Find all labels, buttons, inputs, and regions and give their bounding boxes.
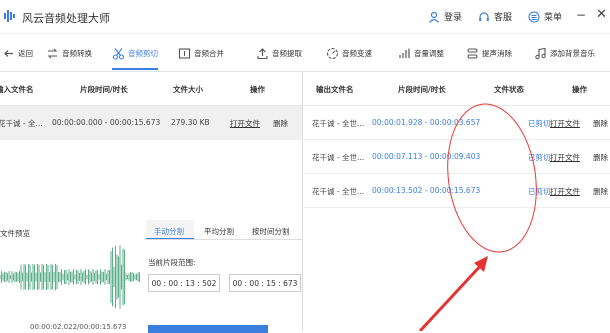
col-header: 操作 (572, 85, 587, 94)
table-row[interactable]: 花千诚 - 全... 00:00:00.000 - 00:00:15.673 2… (0, 106, 302, 140)
toolbar: 返回 音频转换 音频剪切 音频合并 音频提取 音频变速 音量调整 提声消除 添加… (0, 34, 610, 72)
tool-audio-extract[interactable]: 音频提取 (256, 42, 302, 64)
scissors-icon (112, 47, 125, 60)
menu-button[interactable]: 菜单 (528, 10, 562, 23)
tool-label: 提声消除 (482, 48, 512, 58)
music-note-icon (535, 47, 546, 59)
tab-time-split[interactable]: 按时间分割 (252, 226, 290, 237)
open-file-link[interactable]: 打开文件 (550, 118, 580, 129)
tool-audio-speed[interactable]: 音频变速 (326, 42, 372, 64)
app-logo-icon (4, 10, 15, 22)
tool-label: 音频转换 (62, 48, 92, 58)
col-header: 操作 (250, 85, 265, 94)
tool-label: 音频变速 (342, 48, 372, 58)
col-header: 片段时间/时长 (398, 85, 446, 94)
tool-volume-adjust[interactable]: 音量调整 (398, 42, 444, 64)
tool-label: 音量调整 (414, 48, 444, 58)
tool-label: 音频提取 (272, 48, 302, 58)
col-header: 文件大小 (173, 85, 203, 94)
preview-title: 文件预览 (0, 229, 30, 238)
convert-icon (47, 48, 58, 58)
tool-label: 音频剪切 (128, 48, 158, 58)
delete-button[interactable]: 删除 (593, 186, 608, 197)
file-name: 花千诚 - 全世... (312, 119, 365, 128)
file-size: 279.30 KB (171, 118, 210, 127)
tool-audio-merge[interactable]: 音频合并 (178, 42, 224, 64)
back-label: 返回 (18, 48, 33, 58)
col-header: 输出文件名 (316, 85, 354, 94)
col-header: 片段时间/时长 (80, 85, 128, 94)
end-time-input[interactable]: 00 : 00 : 15 : 673 (229, 274, 301, 292)
tab-manual-split[interactable]: 手动分割 (154, 226, 184, 237)
file-name: 花千诚 - 全世... (312, 153, 365, 162)
file-name: 花千诚 - 全世... (312, 187, 365, 196)
waveform[interactable] (0, 242, 140, 312)
delete-button[interactable]: 删除 (273, 118, 288, 129)
status-badge: 已剪切 (528, 119, 551, 128)
vocal-remove-icon (467, 48, 478, 58)
back-arrow-icon (4, 49, 13, 57)
app-title: 风云音频处理大师 (22, 12, 110, 25)
delete-button[interactable]: 删除 (593, 118, 608, 129)
back-button[interactable]: 返回 (2, 42, 33, 64)
file-time: 00:00:00.000 - 00:00:15.673 (52, 118, 161, 127)
col-header: 文件状态 (494, 85, 524, 94)
range-label: 当前片段范围: (148, 258, 196, 267)
preview-area: 文件预览 手动分割 平均分割 按时间分割 当前片段范围: 00 : 00 : 1… (0, 220, 303, 333)
tab-average-split[interactable]: 平均分割 (204, 226, 234, 237)
confirm-button[interactable] (148, 325, 268, 333)
open-file-link[interactable]: 打开文件 (550, 186, 580, 197)
login-button[interactable]: 登录 (428, 10, 462, 23)
tool-vocal-remove[interactable]: 提声消除 (466, 42, 512, 64)
tool-audio-cut[interactable]: 音频剪切 (112, 42, 158, 70)
output-table-header: 输出文件名 片段时间/时长 文件状态 操作 (304, 72, 610, 106)
close-icon[interactable]: ✕ (596, 7, 607, 22)
headset-icon (479, 11, 489, 21)
split-mode-tabs: 手动分割 平均分割 按时间分割 (146, 220, 303, 240)
menu-icon (528, 10, 540, 23)
input-table-header: 输入文件名 片段时间/时长 文件大小 操作 (0, 72, 302, 106)
tool-label: 添加背景音乐 (550, 48, 595, 58)
menu-label: 菜单 (544, 13, 563, 23)
speed-icon (326, 47, 339, 59)
col-header: 输入文件名 (0, 85, 34, 94)
open-file-link[interactable]: 打开文件 (230, 118, 260, 129)
input-panel: 输入文件名 片段时间/时长 文件大小 操作 花千诚 - 全... 00:00:0… (0, 72, 303, 333)
merge-icon (178, 47, 191, 59)
user-icon (429, 11, 439, 23)
volume-bars-icon (399, 48, 410, 58)
service-label: 客服 (494, 13, 513, 23)
service-button[interactable]: 客服 (478, 10, 512, 23)
tool-add-bgm[interactable]: 添加背景音乐 (534, 42, 595, 64)
minimize-icon[interactable]: − (576, 8, 586, 22)
playback-position: 00:00:02.022/00:00:15.673 (30, 323, 127, 331)
tool-audio-convert[interactable]: 音频转换 (46, 42, 92, 64)
tool-label: 音频合并 (194, 48, 224, 58)
file-name: 花千诚 - 全... (0, 119, 43, 128)
title-bar: 风云音频处理大师 登录 客服 菜单 − ✕ (0, 0, 610, 34)
login-label: 登录 (444, 13, 463, 23)
open-file-link[interactable]: 打开文件 (550, 152, 580, 163)
delete-button[interactable]: 删除 (593, 152, 608, 163)
start-time-input[interactable]: 00 : 00 : 13 : 502 (148, 274, 220, 292)
upload-icon (257, 47, 268, 59)
